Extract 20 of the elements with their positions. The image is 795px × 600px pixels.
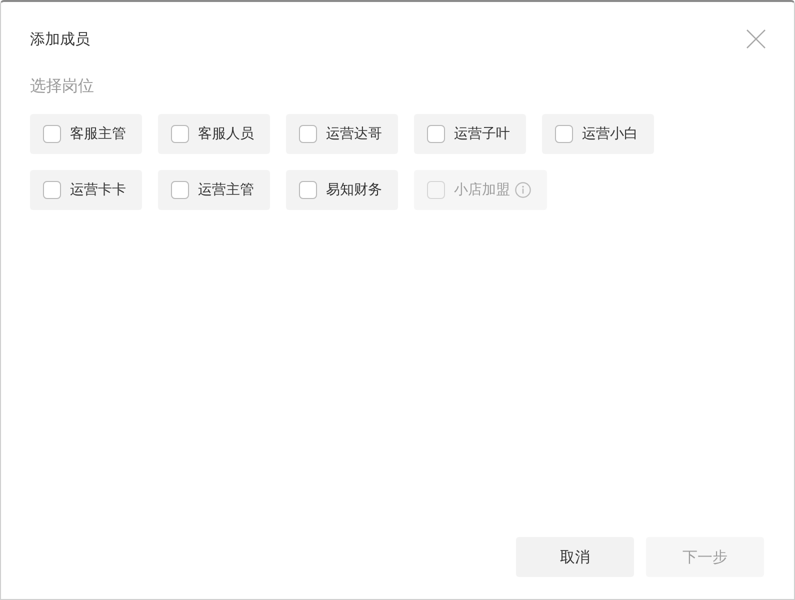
role-option[interactable]: 运营卡卡: [30, 170, 142, 210]
dialog-title: 添加成员: [30, 29, 90, 49]
checkbox[interactable]: [299, 181, 317, 199]
role-option[interactable]: 运营主管: [158, 170, 270, 210]
role-option[interactable]: 运营达哥: [286, 114, 398, 154]
checkbox[interactable]: [299, 125, 317, 143]
role-option[interactable]: 客服人员: [158, 114, 270, 154]
close-icon[interactable]: [746, 29, 766, 49]
role-option[interactable]: 客服主管: [30, 114, 142, 154]
role-option[interactable]: 运营子叶: [414, 114, 526, 154]
checkbox[interactable]: [171, 181, 189, 199]
role-option[interactable]: 易知财务: [286, 170, 398, 210]
role-option[interactable]: 运营小白: [542, 114, 654, 154]
checkbox[interactable]: [43, 125, 61, 143]
checkbox[interactable]: [555, 125, 573, 143]
section-label: 选择岗位: [30, 75, 95, 97]
checkbox[interactable]: [43, 181, 61, 199]
cancel-button[interactable]: 取消: [516, 537, 634, 577]
checkbox[interactable]: [171, 125, 189, 143]
checkbox[interactable]: [427, 125, 445, 143]
